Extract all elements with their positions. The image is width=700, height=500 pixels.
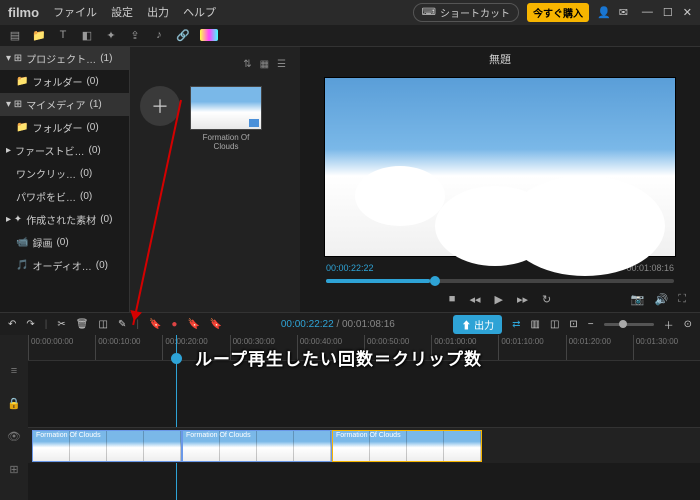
zoom-slider[interactable] bbox=[604, 323, 654, 326]
timeline-clip-3-selected[interactable]: Formation Of Clouds bbox=[332, 430, 482, 462]
shortcut-button[interactable]: ⌨ ショートカット bbox=[413, 3, 519, 22]
sidebar-item-firstview[interactable]: ▸ ファーストビ…(0) bbox=[0, 139, 129, 162]
timeline-clip-2[interactable]: Formation Of Clouds bbox=[182, 430, 332, 462]
preview-viewport[interactable] bbox=[324, 77, 676, 257]
buy-now-button[interactable]: 今すぐ購入 bbox=[527, 3, 589, 22]
minimize-icon[interactable]: ― bbox=[642, 6, 653, 19]
sidebar-item-mymedia[interactable]: ▾ ⊞ マイメディア(1) bbox=[0, 93, 129, 116]
project-title: 無題 bbox=[300, 47, 700, 71]
preview-panel: 無題 00:00:22:22 00:01:08:16 ■ ◂◂ ▶ ▸▸ ↻ 📷… bbox=[300, 47, 700, 312]
library-icon[interactable]: ▤ bbox=[8, 28, 22, 42]
sidebar-item-audio[interactable]: 🎵 オーディオ…(0) bbox=[0, 254, 129, 277]
clip-thumbnail bbox=[190, 86, 262, 130]
share-icon[interactable]: ⇪ bbox=[128, 28, 142, 42]
timeline-toolbar: ↶ ↷ | ✂ 🗑 ◫ ✎ | 🔖 ● 🔖 🔖 00:00:22:22 / 00… bbox=[0, 312, 700, 335]
close-icon[interactable]: ✕ bbox=[683, 6, 692, 19]
media-bin: ⇅ ▦ ☰ ＋ Formation Of Clouds bbox=[130, 47, 300, 312]
annotation-text: ループ再生したい回数＝クリップ数 bbox=[195, 345, 482, 370]
marker3-icon[interactable]: 🔖 bbox=[210, 319, 222, 330]
edit-icon[interactable]: ✎ bbox=[118, 319, 126, 330]
clip-name-label: Formation Of Clouds bbox=[190, 133, 262, 151]
stop-icon[interactable]: ■ bbox=[449, 293, 456, 306]
zoom-out-icon[interactable]: − bbox=[588, 319, 594, 330]
crop-icon[interactable]: ◫ bbox=[98, 319, 107, 330]
next-frame-icon[interactable]: ▸▸ bbox=[517, 293, 528, 306]
overlay-icon[interactable]: ◧ bbox=[80, 28, 94, 42]
keyboard-icon: ⌨ bbox=[422, 7, 436, 18]
volume-icon[interactable]: 🔊 bbox=[655, 293, 669, 306]
menu-help[interactable]: ヘルプ bbox=[183, 4, 216, 20]
tl-opt2-icon[interactable]: ▥ bbox=[530, 319, 539, 330]
import-media-button[interactable]: ＋ bbox=[140, 86, 180, 126]
app-logo: filmo bbox=[8, 5, 39, 20]
messages-icon[interactable]: ✉ bbox=[619, 6, 628, 19]
user-icon[interactable]: 👤 bbox=[597, 6, 611, 19]
text-icon[interactable]: T bbox=[56, 28, 70, 42]
tl-opt3-icon[interactable]: ◫ bbox=[550, 319, 559, 330]
tl-opt4-icon[interactable]: ⊡ bbox=[569, 319, 577, 330]
prev-frame-icon[interactable]: ◂◂ bbox=[469, 293, 480, 306]
menu-settings[interactable]: 設定 bbox=[111, 4, 133, 20]
effects-icon[interactable]: ✦ bbox=[104, 28, 118, 42]
sort-icon[interactable]: ⇅ bbox=[243, 59, 251, 70]
media-clip-tile[interactable]: Formation Of Clouds bbox=[190, 86, 262, 151]
sidebar-item-oneclick[interactable]: ワンクリッ…(0) bbox=[0, 162, 129, 185]
snapshot-icon[interactable]: 📷 bbox=[631, 293, 645, 306]
lock-track-icon[interactable]: 🔒 bbox=[7, 397, 21, 410]
main-menu: ファイル 設定 出力 ヘルプ bbox=[53, 4, 216, 20]
project-sidebar: ▾ ⊞ プロジェクト…(1) 📁 フォルダー(0) ▾ ⊞ マイメディア(1) … bbox=[0, 47, 130, 312]
export-button[interactable]: ⬆ 出力 bbox=[453, 315, 502, 334]
timeline-timecode: 00:00:22:22 / 00:01:08:16 bbox=[281, 319, 395, 330]
marker2-icon[interactable]: 🔖 bbox=[187, 319, 199, 330]
record-icon[interactable]: ● bbox=[171, 319, 177, 330]
undo-icon[interactable]: ↶ bbox=[8, 319, 16, 330]
sidebar-item-created[interactable]: ▸ ✦ 作成された素材(0) bbox=[0, 208, 129, 231]
zoom-fit-icon[interactable]: ⊙ bbox=[684, 319, 692, 330]
sidebar-item-powerpoint[interactable]: パワポをビ…(0) bbox=[0, 185, 129, 208]
media-toolbar: ▤ 📁 T ◧ ✦ ⇪ ♪ 🔗 bbox=[0, 25, 700, 48]
sidebar-item-folder1[interactable]: 📁 フォルダー(0) bbox=[0, 70, 129, 93]
delete-icon[interactable]: 🗑 bbox=[76, 319, 89, 330]
timeline-clip-1[interactable]: Formation Of Clouds bbox=[32, 430, 182, 462]
zoom-in-icon[interactable]: ＋ bbox=[664, 317, 674, 332]
menu-output[interactable]: 出力 bbox=[147, 4, 169, 20]
sidebar-item-project[interactable]: ▾ ⊞ プロジェクト…(1) bbox=[0, 47, 129, 70]
marker-icon[interactable]: 🔖 bbox=[149, 319, 161, 330]
folder-icon[interactable]: 📁 bbox=[32, 28, 46, 42]
maximize-icon[interactable]: ☐ bbox=[663, 6, 673, 19]
fullscreen-icon[interactable]: ⛶ bbox=[678, 293, 686, 306]
cut-icon[interactable]: ✂ bbox=[57, 319, 65, 330]
mute-track-icon[interactable]: 👁 bbox=[7, 430, 21, 443]
preview-scrubber[interactable] bbox=[326, 279, 674, 283]
link-icon[interactable]: 🔗 bbox=[176, 28, 190, 42]
sidebar-item-rec[interactable]: 📹 録画(0) bbox=[0, 231, 129, 254]
play-icon[interactable]: ▶ bbox=[494, 293, 502, 306]
menu-file[interactable]: ファイル bbox=[53, 4, 97, 20]
music-icon[interactable]: ♪ bbox=[152, 28, 166, 42]
video-track[interactable]: Formation Of Clouds Formation Of Clouds … bbox=[28, 427, 700, 463]
sidebar-item-folder2[interactable]: 📁 フォルダー(0) bbox=[0, 116, 129, 139]
loop-icon[interactable]: ↻ bbox=[542, 293, 551, 306]
color-icon[interactable] bbox=[200, 29, 218, 41]
redo-icon[interactable]: ↷ bbox=[26, 319, 34, 330]
list-view-icon[interactable]: ☰ bbox=[277, 59, 286, 70]
preview-current-time: 00:00:22:22 bbox=[326, 263, 374, 273]
grid-view-icon[interactable]: ▦ bbox=[260, 59, 269, 70]
timeline-menu-icon[interactable]: ≡ bbox=[11, 365, 17, 377]
track-settings-icon[interactable]: ⊞ bbox=[9, 463, 18, 476]
tl-opt1-icon[interactable]: ⇄ bbox=[512, 319, 520, 330]
titlebar: filmo ファイル 設定 出力 ヘルプ ⌨ ショートカット 今すぐ購入 👤 ✉… bbox=[0, 0, 700, 25]
